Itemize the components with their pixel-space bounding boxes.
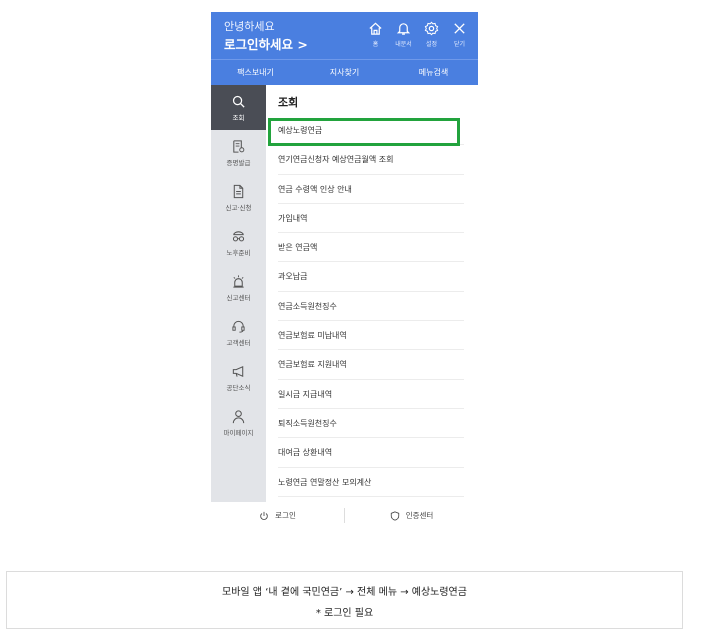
submenu-item[interactable]: 연금소득원천징수: [278, 292, 464, 322]
settings-button[interactable]: 설정: [419, 21, 444, 48]
submenu-item[interactable]: 노령연금 연말정산 모의계산: [278, 468, 464, 497]
cert-center-button[interactable]: 인증센터: [345, 502, 478, 529]
submenu-item[interactable]: 일시금 지급내역: [278, 380, 464, 409]
certificate-icon: [233, 139, 245, 153]
submenu-item[interactable]: 연금보험료 지원내역: [278, 350, 464, 380]
submenu-item[interactable]: 받은 연금액: [278, 233, 464, 263]
my-documents-label: 내문서: [395, 41, 412, 48]
gear-icon: [424, 21, 439, 36]
home-button[interactable]: 홈: [363, 21, 388, 48]
siren-icon: [233, 274, 244, 288]
submenu-item[interactable]: 연기연금신청자 예상연금월액 조회: [278, 145, 464, 175]
headset-icon: [232, 320, 245, 333]
close-icon: [454, 23, 465, 34]
sidebar-item-customer-center[interactable]: 고객센터: [211, 310, 266, 355]
home-icon: [369, 22, 382, 35]
submenu-item[interactable]: 과오납금: [278, 262, 464, 292]
submenu-title: 조회: [278, 96, 299, 109]
megaphone-icon: [232, 365, 244, 377]
sidebar-item-label: 신고·신청: [225, 203, 252, 212]
submenu-list: 예상노령연금 연기연금신청자 예상연금월액 조회 연금 수령액 인상 안내 가입…: [278, 116, 464, 497]
mobile-app-screen: 안녕하세요 로그인하세요 > 홈 내문서 설정 닫기 팩스보내기 지사찾기 메뉴…: [211, 12, 478, 529]
greeting-text: 안녕하세요: [224, 20, 275, 33]
sidebar-item-report-center[interactable]: 신고센터: [211, 265, 266, 310]
sidebar-item-report[interactable]: 신고·신청: [211, 175, 266, 220]
settings-label: 설정: [425, 41, 438, 48]
sidebar-item-label: 고객센터: [226, 338, 251, 347]
login-button[interactable]: 로그인: [211, 502, 344, 529]
quick-nav-bar: 팩스보내기 지사찾기 메뉴검색: [211, 59, 478, 86]
app-header: 안녕하세요 로그인하세요 > 홈 내문서 설정 닫기: [211, 12, 478, 59]
shield-icon: [390, 510, 399, 521]
submenu-item[interactable]: 연금보험료 미납내역: [278, 321, 464, 351]
bottom-bar: 로그인 인증센터: [211, 502, 478, 529]
branch-finder-link[interactable]: 지사찾기: [300, 60, 389, 86]
submenu-panel: 조회 예상노령연금 연기연금신청자 예상연금월액 조회 연금 수령액 인상 안내…: [266, 85, 478, 502]
caption-path-text: 모바일 앱 ‘내 곁에 국민연금’ → 전체 메뉴 → 예상노령연금: [222, 587, 467, 598]
document-icon: [233, 184, 244, 198]
glasses-icon: [232, 230, 245, 241]
instruction-caption: 모바일 앱 ‘내 곁에 국민연금’ → 전체 메뉴 → 예상노령연금 * 로그인…: [6, 571, 683, 629]
header-icon-group: 홈 내문서 설정 닫기: [363, 21, 472, 48]
person-icon: [232, 409, 245, 423]
login-label: 로그인: [275, 511, 296, 520]
sidebar-item-label: 노후준비: [226, 248, 251, 257]
home-label: 홈: [372, 41, 379, 48]
login-prompt-link[interactable]: 로그인하세요 >: [224, 34, 308, 53]
my-documents-button[interactable]: 내문서: [391, 21, 416, 48]
fax-send-link[interactable]: 팩스보내기: [211, 60, 300, 86]
submenu-item-expected-old-age-pension[interactable]: 예상노령연금: [278, 116, 464, 146]
sidebar-item-certificate[interactable]: 증명발급: [211, 130, 266, 175]
close-label: 닫기: [453, 41, 466, 48]
sidebar-item-label: 조회: [232, 113, 245, 122]
category-sidebar: 조회 증명발급 신고·신청 노후준비 신고센터 고객센터 공단소식 마이페이지: [211, 85, 272, 502]
sidebar-item-mypage[interactable]: 마이페이지: [211, 400, 266, 445]
sidebar-item-label: 증명발급: [226, 158, 251, 167]
submenu-item[interactable]: 대여금 상환내역: [278, 438, 464, 468]
bell-icon: [396, 23, 411, 35]
close-button[interactable]: 닫기: [447, 21, 472, 48]
cert-center-label: 인증센터: [405, 511, 434, 520]
sidebar-item-retirement[interactable]: 노후준비: [211, 220, 266, 265]
sidebar-item-news[interactable]: 공단소식: [211, 355, 266, 400]
sidebar-item-label: 신고센터: [226, 293, 251, 302]
submenu-item[interactable]: 퇴직소득원천징수: [278, 409, 464, 439]
caption-note-text: * 로그인 필요: [315, 608, 374, 619]
sidebar-item-label: 마이페이지: [223, 428, 254, 437]
search-icon: [232, 95, 245, 108]
menu-search-link[interactable]: 메뉴검색: [389, 60, 478, 86]
submenu-item[interactable]: 가입내역: [278, 204, 464, 234]
submenu-item[interactable]: 연금 수령액 인상 안내: [278, 175, 464, 204]
sidebar-item-label: 공단소식: [226, 383, 251, 392]
sidebar-item-inquiry[interactable]: 조회: [211, 85, 272, 130]
power-icon: [260, 511, 268, 520]
